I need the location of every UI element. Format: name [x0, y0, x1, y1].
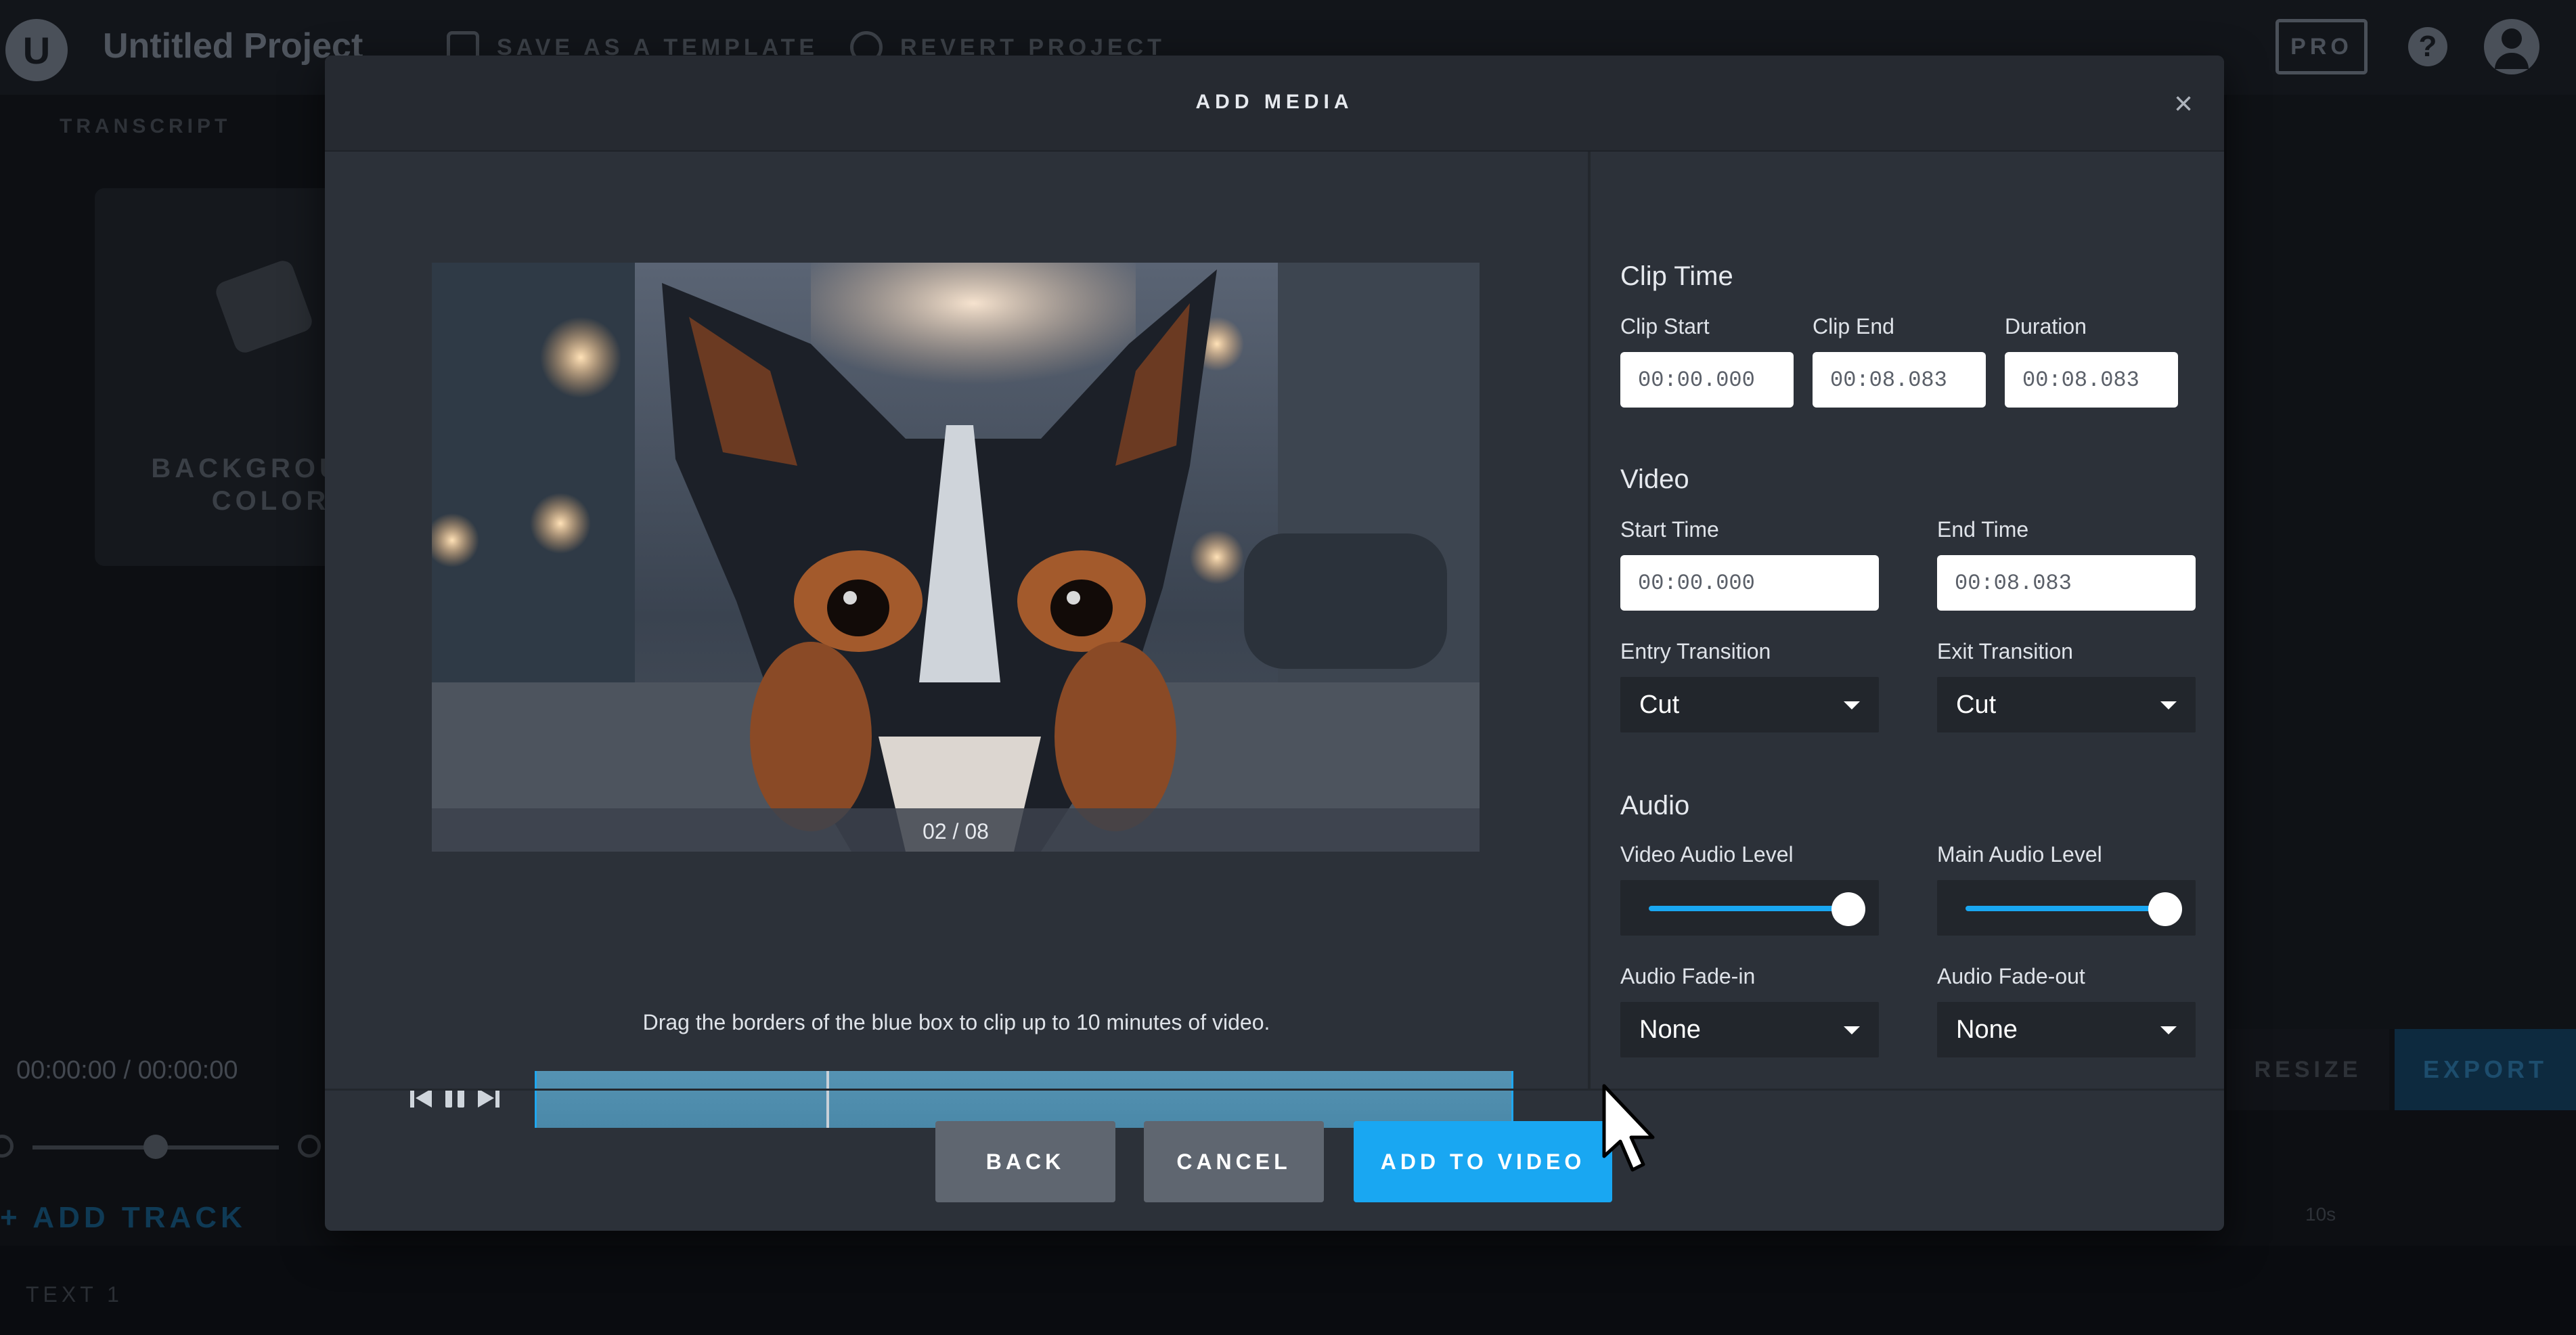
- entry-transition-select[interactable]: Cut: [1620, 677, 1879, 732]
- export-button[interactable]: EXPORT: [2395, 1029, 2576, 1110]
- settings-pane: Clip Time Clip Start Clip End Duration V…: [1591, 152, 2224, 1090]
- modal-header: ADD MEDIA ×: [325, 56, 2224, 152]
- end-time-label: End Time: [1937, 517, 2029, 542]
- zoom-in-icon[interactable]: [298, 1135, 321, 1158]
- main-audio-level-label: Main Audio Level: [1937, 842, 2102, 867]
- chevron-down-icon: [1844, 1026, 1860, 1034]
- video-title: Video: [1620, 464, 1689, 494]
- zoom-out-icon[interactable]: [0, 1135, 14, 1158]
- track-label: TEXT 1: [26, 1282, 123, 1307]
- chevron-down-icon: [1844, 701, 1860, 709]
- main-audio-level-slider[interactable]: [1937, 880, 2196, 936]
- timecode-display: 00:00:00 / 00:00:00: [16, 1056, 238, 1085]
- media-preview-pane: 02 / 08 Drag the borders of the blue box…: [325, 152, 1588, 1128]
- audio-fade-in-label: Audio Fade-in: [1620, 964, 1756, 988]
- chevron-down-icon: [2160, 701, 2177, 709]
- chevron-down-icon: [2160, 1026, 2177, 1034]
- help-icon[interactable]: ?: [2408, 27, 2447, 66]
- video-audio-level-label: Video Audio Level: [1620, 842, 1794, 867]
- entry-transition-value: Cut: [1639, 690, 1680, 719]
- exit-transition-label: Exit Transition: [1937, 639, 2073, 663]
- add-media-modal: ADD MEDIA × 02 / 08 Drag the borders of …: [325, 56, 2224, 1231]
- audio-fade-out-select[interactable]: None: [1937, 1002, 2196, 1057]
- start-time-label: Start Time: [1620, 517, 1719, 542]
- right-panel-bg: [2227, 95, 2576, 1029]
- timeline[interactable]: [0, 1246, 2576, 1335]
- footer-divider: [325, 1089, 2224, 1091]
- add-track-button[interactable]: + ADD TRACK: [0, 1201, 246, 1235]
- clip-end-input[interactable]: [1813, 352, 1986, 408]
- video-audio-level-knob[interactable]: [1831, 892, 1865, 926]
- main-audio-level-knob[interactable]: [2148, 892, 2182, 926]
- video-preview[interactable]: 02 / 08: [432, 263, 1480, 852]
- playhead[interactable]: [826, 1071, 829, 1128]
- audio-title: Audio: [1620, 791, 1690, 820]
- exit-transition-value: Cut: [1956, 690, 1997, 719]
- app-logo-icon[interactable]: U: [5, 19, 68, 81]
- page-indicator: 02 / 08: [923, 819, 989, 844]
- tab-transcript[interactable]: TRANSCRIPT: [60, 115, 231, 138]
- modal-title: ADD MEDIA: [1195, 91, 1354, 113]
- back-button[interactable]: BACK: [935, 1121, 1115, 1202]
- duration-label: Duration: [2005, 314, 2087, 338]
- close-icon[interactable]: ×: [2169, 88, 2198, 121]
- pro-badge[interactable]: PRO: [2275, 19, 2368, 74]
- clip-start-input[interactable]: [1620, 352, 1794, 408]
- video-audio-level-slider[interactable]: [1620, 880, 1879, 936]
- clip-end-label: Clip End: [1813, 314, 1894, 338]
- end-time-input[interactable]: [1937, 555, 2196, 611]
- clip-start-label: Clip Start: [1620, 314, 1710, 338]
- add-to-video-button[interactable]: ADD TO VIDEO: [1354, 1121, 1612, 1202]
- audio-fade-out-label: Audio Fade-out: [1937, 964, 2085, 988]
- main-audio-level-track: [1966, 906, 2169, 911]
- cancel-button[interactable]: CANCEL: [1144, 1121, 1324, 1202]
- resize-button[interactable]: RESIZE: [2227, 1029, 2389, 1110]
- mouse-cursor-icon: [1602, 1084, 1655, 1172]
- zoom-slider-knob[interactable]: [143, 1135, 168, 1159]
- dog-video-frame: [432, 263, 1480, 852]
- timeline-tick-label: 10s: [2305, 1204, 2336, 1225]
- duration-input[interactable]: [2005, 352, 2178, 408]
- exit-transition-select[interactable]: Cut: [1937, 677, 2196, 732]
- clip-time-title: Clip Time: [1620, 261, 1733, 291]
- clip-hint-text: Drag the borders of the blue box to clip…: [642, 1010, 1270, 1034]
- audio-fade-in-value: None: [1639, 1015, 1701, 1044]
- audio-fade-in-select[interactable]: None: [1620, 1002, 1879, 1057]
- user-avatar-icon[interactable]: [2484, 19, 2539, 74]
- paint-bucket-icon: [213, 257, 315, 356]
- start-time-input[interactable]: [1620, 555, 1879, 611]
- clip-range-selector[interactable]: [535, 1071, 1513, 1128]
- video-audio-level-track: [1649, 906, 1852, 911]
- audio-fade-out-value: None: [1956, 1015, 2018, 1044]
- project-title[interactable]: Untitled Project: [103, 26, 363, 66]
- entry-transition-label: Entry Transition: [1620, 639, 1771, 663]
- clip-range-band: [537, 1071, 1511, 1128]
